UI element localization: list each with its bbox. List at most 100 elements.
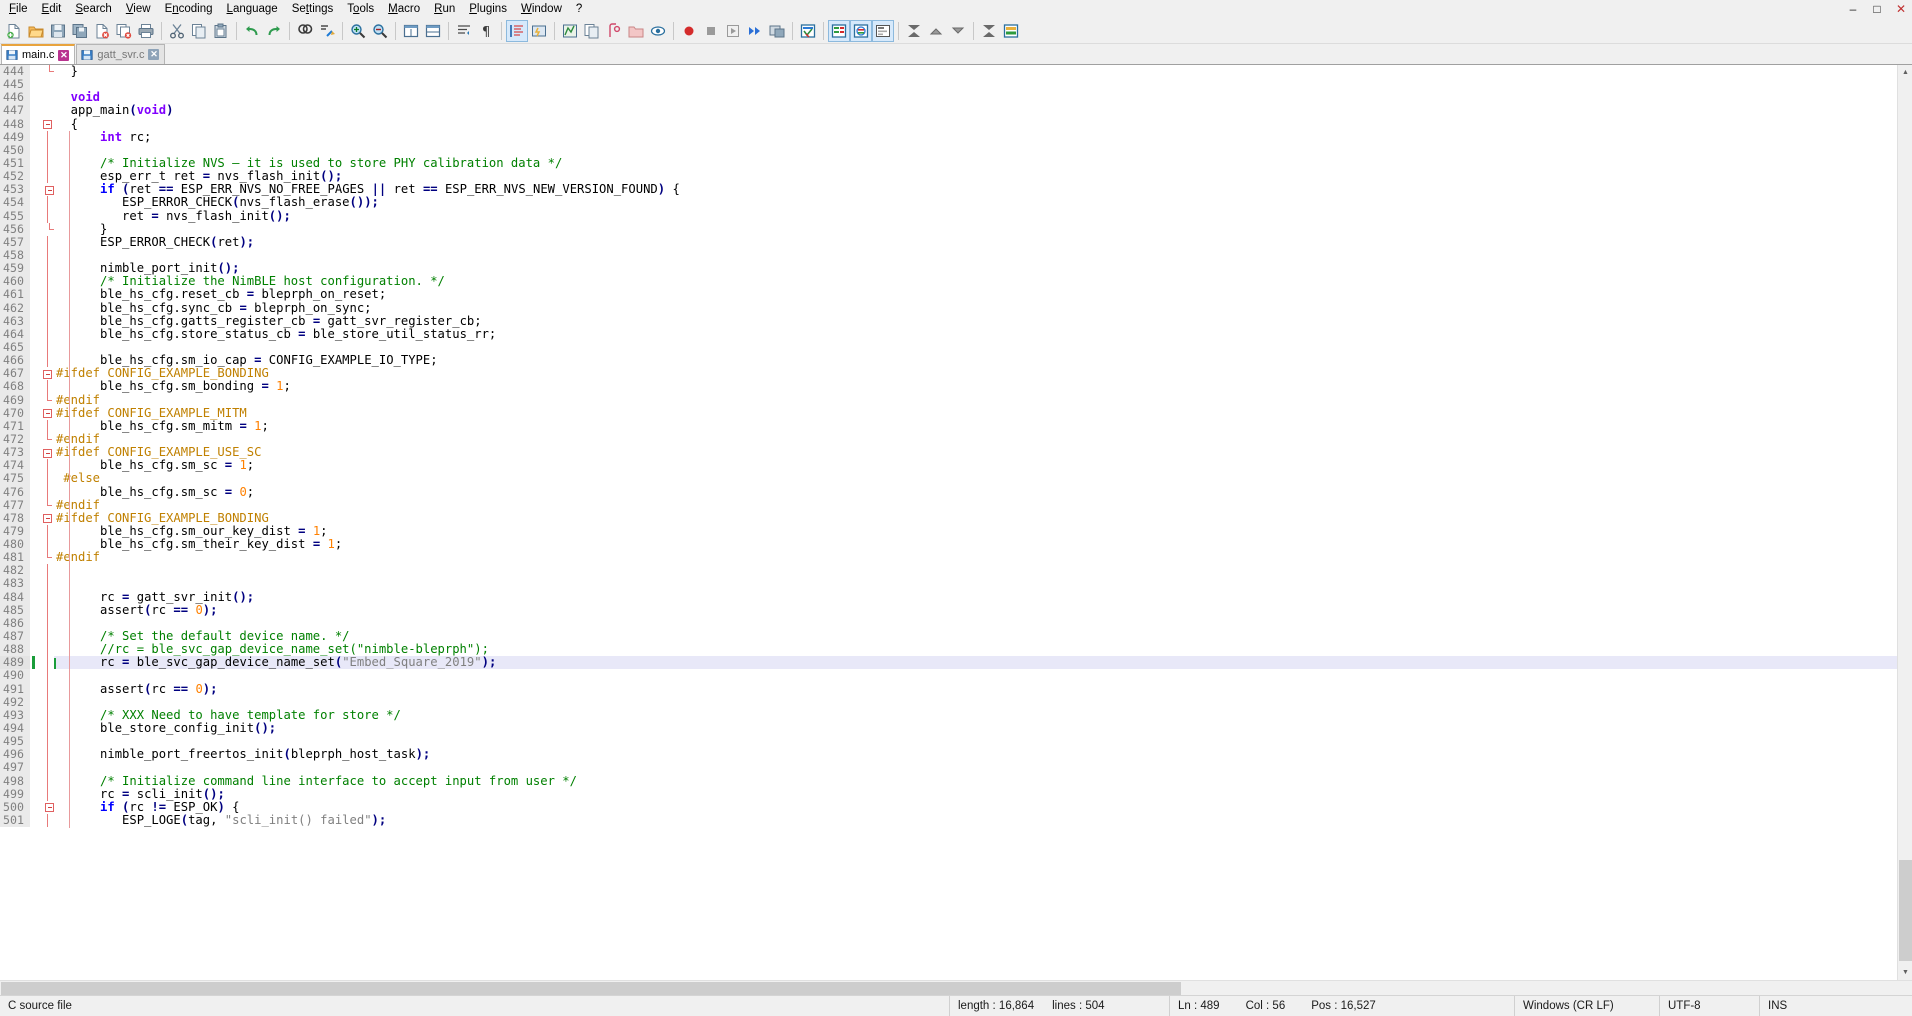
clear-style-icon[interactable] (947, 20, 969, 42)
code-line[interactable]: 464 ble_hs_cfg.store_status_cb = ble_sto… (0, 327, 1897, 341)
print-icon[interactable] (135, 20, 157, 42)
code-line[interactable]: 463 ble_hs_cfg.gatts_register_cb = gatt_… (0, 314, 1897, 328)
change-marker-gutter[interactable] (30, 616, 40, 631)
change-marker-gutter[interactable] (30, 538, 40, 552)
code-line[interactable]: 499 rc = scli_init(); (0, 787, 1897, 801)
fold-margin[interactable] (40, 538, 54, 552)
code-line[interactable]: 472 #endif (0, 432, 1897, 447)
code-text[interactable] (54, 78, 1897, 91)
vertical-scrollbar[interactable]: ▲ ▼ (1897, 65, 1912, 980)
cut-icon[interactable] (166, 20, 188, 42)
code-line[interactable]: 465 (0, 340, 1897, 355)
change-marker-gutter[interactable] (30, 314, 40, 328)
fold-margin[interactable] (40, 643, 54, 657)
fold-margin[interactable] (40, 814, 54, 828)
change-marker-gutter[interactable] (30, 722, 40, 736)
code-text[interactable]: /* Initialize NVS — it is used to store … (54, 157, 1897, 170)
zoom-in-icon[interactable] (347, 20, 369, 42)
fold-margin[interactable] (40, 722, 54, 736)
change-marker-gutter[interactable] (30, 301, 40, 315)
code-text[interactable] (54, 761, 1897, 774)
run-macro-multiple-icon[interactable] (744, 20, 766, 42)
code-line[interactable]: 462 ble_hs_cfg.sync_cb = bleprph_on_sync… (0, 301, 1897, 315)
code-text[interactable]: /* Initialize the NimBLE host configurat… (54, 275, 1897, 288)
change-marker-gutter[interactable] (30, 656, 40, 670)
code-line[interactable]: 480 ble_hs_cfg.sm_their_key_dist = 1; (0, 537, 1897, 552)
fold-margin[interactable] (40, 524, 54, 539)
code-text[interactable]: int rc; (54, 131, 1897, 144)
code-text[interactable]: } (54, 223, 1897, 236)
change-marker-gutter[interactable] (30, 564, 40, 578)
change-marker-gutter[interactable] (30, 446, 40, 460)
tab-gatt-svr-c[interactable]: gatt_svr.c ✕ (76, 44, 166, 64)
code-text[interactable] (54, 696, 1897, 709)
open-file-icon[interactable] (25, 20, 47, 42)
fold-collapse-icon[interactable] (43, 448, 52, 458)
fold-margin[interactable] (40, 511, 54, 525)
fold-collapse-icon[interactable] (45, 803, 54, 813)
scroll-up-arrow-icon[interactable]: ▲ (1898, 65, 1912, 80)
change-marker-gutter[interactable] (30, 393, 40, 407)
code-line[interactable]: 448 { (0, 117, 1897, 131)
next-style-icon[interactable] (925, 20, 947, 42)
code-line[interactable]: 477 #endif (0, 498, 1897, 512)
code-line[interactable]: 473 #ifdef CONFIG_EXAMPLE_USE_SC (0, 445, 1897, 460)
change-marker-gutter[interactable] (30, 262, 40, 276)
code-text[interactable]: rc = gatt_svr_init(); (54, 591, 1897, 604)
change-marker-gutter[interactable] (30, 577, 40, 591)
close-file-icon[interactable] (91, 20, 113, 42)
code-line[interactable]: 461 ble_hs_cfg.reset_cb = bleprph_on_res… (0, 288, 1897, 302)
folder-as-workspace-icon[interactable] (625, 20, 647, 42)
code-text[interactable]: void (54, 91, 1897, 104)
fold-collapse-icon[interactable] (43, 120, 52, 130)
code-line[interactable]: 476 ble_hs_cfg.sm_sc = 0; (0, 485, 1897, 499)
change-marker-gutter[interactable] (30, 774, 40, 788)
copy-icon[interactable] (188, 20, 210, 42)
change-marker-gutter[interactable] (30, 748, 40, 762)
code-text[interactable]: nimble_port_freertos_init(bleprph_host_t… (54, 748, 1897, 761)
fold-margin[interactable] (40, 564, 54, 578)
code-line[interactable]: 501 ESP_LOGE(tag, "scli_init() failed"); (0, 813, 1897, 828)
menu-run-button[interactable]: Run (427, 0, 462, 18)
fold-margin[interactable] (40, 327, 54, 341)
change-marker-gutter[interactable] (30, 498, 40, 512)
code-text[interactable] (54, 735, 1897, 748)
code-line[interactable]: 492 (0, 695, 1897, 709)
code-line[interactable]: 449 int rc; (0, 130, 1897, 144)
change-marker-gutter[interactable] (30, 91, 40, 105)
code-line[interactable]: 471 ble_hs_cfg.sm_mitm = 1; (0, 419, 1897, 433)
undo-icon[interactable] (241, 20, 263, 42)
code-line[interactable]: 484 rc = gatt_svr_init(); (0, 590, 1897, 604)
fold-margin[interactable] (40, 406, 54, 420)
code-line[interactable]: 485 assert(rc == 0); (0, 603, 1897, 617)
code-text[interactable]: ble_hs_cfg.sm_sc = 1; (54, 459, 1897, 472)
document-list-icon[interactable] (603, 20, 625, 42)
code-line[interactable]: 455 ret = nvs_flash_init(); (0, 209, 1897, 223)
change-marker-gutter[interactable] (30, 78, 40, 92)
change-marker-gutter[interactable] (30, 275, 40, 289)
change-marker-gutter[interactable] (30, 761, 40, 775)
fold-margin[interactable] (40, 695, 54, 709)
code-text[interactable] (54, 617, 1897, 630)
code-line[interactable]: 478 #ifdef CONFIG_EXAMPLE_BONDING (0, 511, 1897, 525)
change-marker-gutter[interactable] (30, 104, 40, 118)
fold-margin[interactable] (40, 551, 54, 565)
fold-margin[interactable] (40, 393, 54, 407)
code-text[interactable]: #endif (54, 551, 1897, 564)
menu-settings-button[interactable]: Settings (285, 0, 341, 18)
change-marker-gutter[interactable] (30, 682, 40, 696)
code-text[interactable]: esp_err_t ret = nvs_flash_init(); (54, 170, 1897, 183)
change-marker-gutter[interactable] (30, 643, 40, 657)
fold-margin[interactable] (40, 485, 54, 499)
code-text[interactable]: #ifdef CONFIG_EXAMPLE_BONDING (54, 367, 1897, 380)
fold-margin[interactable] (40, 130, 54, 144)
find-icon[interactable] (294, 20, 316, 42)
zoom-out-icon[interactable] (369, 20, 391, 42)
status-encoding[interactable]: UTF-8 (1660, 995, 1760, 1016)
code-text[interactable]: ble_hs_cfg.sync_cb = bleprph_on_sync; (54, 302, 1897, 315)
code-text[interactable]: ret = nvs_flash_init(); (54, 210, 1897, 223)
code-text[interactable]: #ifdef CONFIG_EXAMPLE_MITM (54, 407, 1897, 420)
code-line[interactable]: 460 /* Initialize the NimBLE host config… (0, 275, 1897, 289)
new-file-icon[interactable] (3, 20, 25, 42)
code-text[interactable]: #ifdef CONFIG_EXAMPLE_USE_SC (54, 446, 1897, 459)
